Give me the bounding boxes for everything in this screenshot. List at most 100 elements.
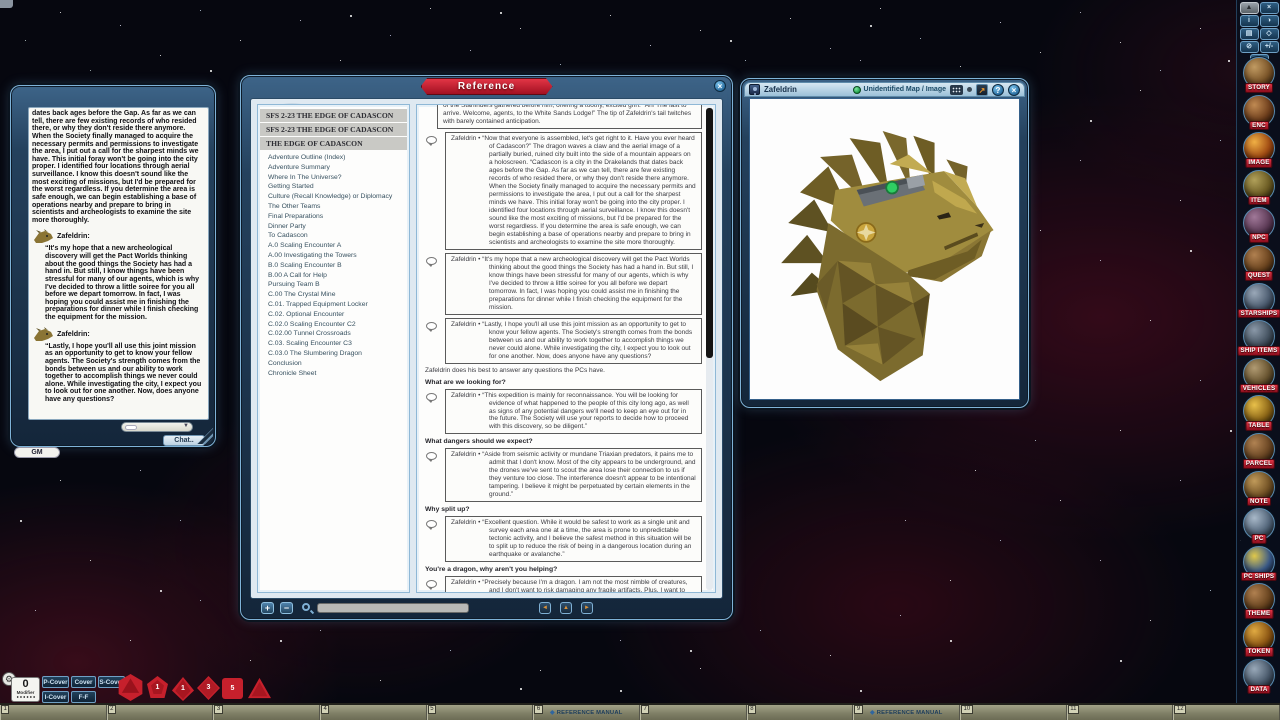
toc-item[interactable]: C.00 The Crystal Mine xyxy=(258,290,409,300)
sidebar-button[interactable]: PC xyxy=(1237,508,1280,545)
sidebar-button[interactable]: STORY xyxy=(1237,57,1280,94)
sidebar-button[interactable]: DATA xyxy=(1237,659,1280,696)
die-icon[interactable]: ◇ xyxy=(1260,28,1279,40)
improved-cover-button[interactable]: I-Cover xyxy=(42,691,69,703)
sidebar-button[interactable]: QUEST xyxy=(1237,245,1280,282)
dots-grid-icon[interactable] xyxy=(950,85,963,95)
gm-identity-label[interactable]: GM xyxy=(14,447,60,458)
partial-cover-button[interactable]: P-Cover xyxy=(42,676,69,688)
hotbar-slot[interactable]: 6 REFERENCE MANUAL xyxy=(533,705,640,720)
hotbar-slot-number: 3 xyxy=(214,705,222,714)
sidebar-button[interactable]: TABLE xyxy=(1237,395,1280,432)
close-icon[interactable]: × xyxy=(714,80,726,92)
toc-header[interactable]: SFS 2-23 THE EDGE OF CADASCON xyxy=(260,123,407,136)
cover-button[interactable]: Cover xyxy=(71,676,96,688)
toc-item[interactable]: Chronicle Sheet xyxy=(258,369,409,379)
stack-icon[interactable]: ▤ xyxy=(1240,28,1259,40)
d12-die[interactable]: 1 xyxy=(145,676,170,701)
hotbar-slot[interactable]: 3 xyxy=(213,705,320,720)
toc-item[interactable]: Final Preparations xyxy=(258,212,409,222)
sidebar-button[interactable]: ITEM xyxy=(1237,170,1280,207)
sidebar-button[interactable]: THEME xyxy=(1237,583,1280,620)
toc-item[interactable]: Pursuing Team B xyxy=(258,280,409,290)
sidebar-button[interactable]: VEHICLES xyxy=(1237,358,1280,395)
hotkey-bar: 1 2 3 4 5 6 REFERENCE MANUAL 7 xyxy=(0,703,1280,720)
sidebar-button[interactable]: NPC xyxy=(1237,207,1280,244)
d8-die[interactable]: 3 xyxy=(197,676,220,700)
sidebar-button[interactable]: PC SHIPS xyxy=(1237,546,1280,583)
chat-input-tab[interactable]: Chat.. xyxy=(163,435,205,446)
toc-item[interactable]: C.02.0 Scaling Encounter C2 xyxy=(258,320,409,330)
plus-minus-icon[interactable]: +/- xyxy=(1260,41,1279,53)
toc-item[interactable]: B.0 Scaling Encounter B xyxy=(258,261,409,271)
scrollbar-thumb[interactable] xyxy=(706,108,713,358)
hotbar-slot[interactable]: 7 xyxy=(640,705,747,720)
toc-item[interactable]: C.03.0 The Slumbering Dragon xyxy=(258,349,409,359)
d6-die[interactable]: 5 xyxy=(222,678,243,699)
zoom-out-button[interactable]: − xyxy=(280,602,293,614)
pouch-icon[interactable]: ◑ xyxy=(1260,15,1279,27)
toc-item[interactable]: Where In The Universe? xyxy=(258,173,409,183)
toc-item[interactable]: To Cadascon xyxy=(258,231,409,241)
sidebar-button[interactable]: NOTE xyxy=(1237,471,1280,508)
zoom-in-button[interactable]: + xyxy=(261,602,274,614)
d10-die[interactable]: 1 xyxy=(171,677,195,701)
toc-item[interactable]: A.0 Scaling Encounter A xyxy=(258,241,409,251)
sidebar-button[interactable]: IMAGE xyxy=(1237,132,1280,169)
toc-header[interactable]: THE EDGE OF CADASCON xyxy=(260,137,407,150)
toc-item[interactable]: Getting Started xyxy=(258,182,409,192)
hotbar-slot[interactable]: 10 xyxy=(960,705,1067,720)
hotbar-slot[interactable]: 4 xyxy=(320,705,427,720)
record-icon xyxy=(749,84,760,95)
hotbar-slot[interactable]: 12 xyxy=(1173,705,1280,720)
toc-item[interactable]: The Other Teams xyxy=(258,202,409,212)
sidebar-button[interactable]: TOKEN xyxy=(1237,621,1280,658)
nav-forward-button[interactable]: ► xyxy=(581,602,593,614)
dialog-row: Zafeldrin • “This expedition is mainly f… xyxy=(423,389,702,435)
image-window-titlebar[interactable]: Zafeldrin Unidentified Map / Image ↗ ? × xyxy=(744,82,1025,97)
visibility-eye-icon[interactable] xyxy=(853,86,861,94)
d4-die[interactable] xyxy=(247,677,272,700)
hotbar-slot[interactable]: 5 xyxy=(427,705,534,720)
nav-back-button[interactable]: ◄ xyxy=(539,602,551,614)
toc-item[interactable]: C.03. Scaling Encounter C3 xyxy=(258,339,409,349)
chat-log[interactable]: dates back ages before the Gap. As far a… xyxy=(28,107,209,420)
toc-item[interactable]: Culture (Recall Knowledge) or Diplomacy xyxy=(258,192,409,202)
dialog-row: Zafeldrin • “Aside from seismic activity… xyxy=(423,448,702,502)
nav-up-button[interactable]: ▲ xyxy=(560,602,572,614)
question-heading: Why split up? xyxy=(425,506,702,513)
hotbar-slot[interactable]: 9 REFERENCE MANUAL xyxy=(853,705,960,720)
close-icon[interactable]: × xyxy=(1008,84,1020,96)
flat-footed-button[interactable]: F-F xyxy=(71,691,96,703)
toc-item[interactable]: C.02. Optional Encounter xyxy=(258,310,409,320)
toc-item[interactable]: A.00 Investigating the Towers xyxy=(258,251,409,261)
sidebar-button[interactable]: PARCEL xyxy=(1237,433,1280,470)
toc-item[interactable]: Conclusion xyxy=(258,359,409,369)
toc-item[interactable]: B.00 A Call for Help xyxy=(258,271,409,281)
hotbar-slot[interactable]: 8 xyxy=(747,705,854,720)
toc-item[interactable]: Adventure Outline (Index) xyxy=(258,153,409,163)
toc-item[interactable]: Adventure Summary xyxy=(258,163,409,173)
toc-item[interactable]: C.02.00 Tunnel Crossroads xyxy=(258,329,409,339)
toc-item[interactable]: C.01. Trapped Equipment Locker xyxy=(258,300,409,310)
toc-item[interactable]: Dinner Party xyxy=(258,222,409,232)
pointer-tool-icon[interactable]: ↗ xyxy=(976,84,988,96)
image-canvas[interactable] xyxy=(749,98,1020,400)
hotbar-slot[interactable]: 2 xyxy=(107,705,214,720)
reference-content-scroll[interactable]: of the Starfinders gathered before him, … xyxy=(423,105,702,592)
reference-search-input[interactable] xyxy=(317,603,469,613)
chat-mode-select[interactable]: ▼ xyxy=(121,422,193,432)
hotbar-slot[interactable]: 1 xyxy=(0,705,107,720)
chat-mode-pill xyxy=(125,425,137,430)
mountain-icon[interactable]: ▲ xyxy=(1240,2,1259,14)
modifier-box[interactable]: 0 Modifier xyxy=(11,677,40,702)
sidebar-button[interactable]: ENC xyxy=(1237,95,1280,132)
hotbar-slot[interactable]: 11 xyxy=(1067,705,1174,720)
help-icon[interactable]: ? xyxy=(992,84,1004,96)
sidebar-button[interactable]: STARSHIPS xyxy=(1237,283,1280,320)
library-icon[interactable]: i xyxy=(1240,15,1259,27)
sidebar-button[interactable]: SHIP ITEMS xyxy=(1237,320,1280,357)
toc-header[interactable]: SFS 2-23 THE EDGE OF CADASCON xyxy=(260,109,407,122)
no-entry-icon[interactable]: ⊘ xyxy=(1240,41,1259,53)
crossed-tools-icon[interactable]: × xyxy=(1260,2,1279,14)
